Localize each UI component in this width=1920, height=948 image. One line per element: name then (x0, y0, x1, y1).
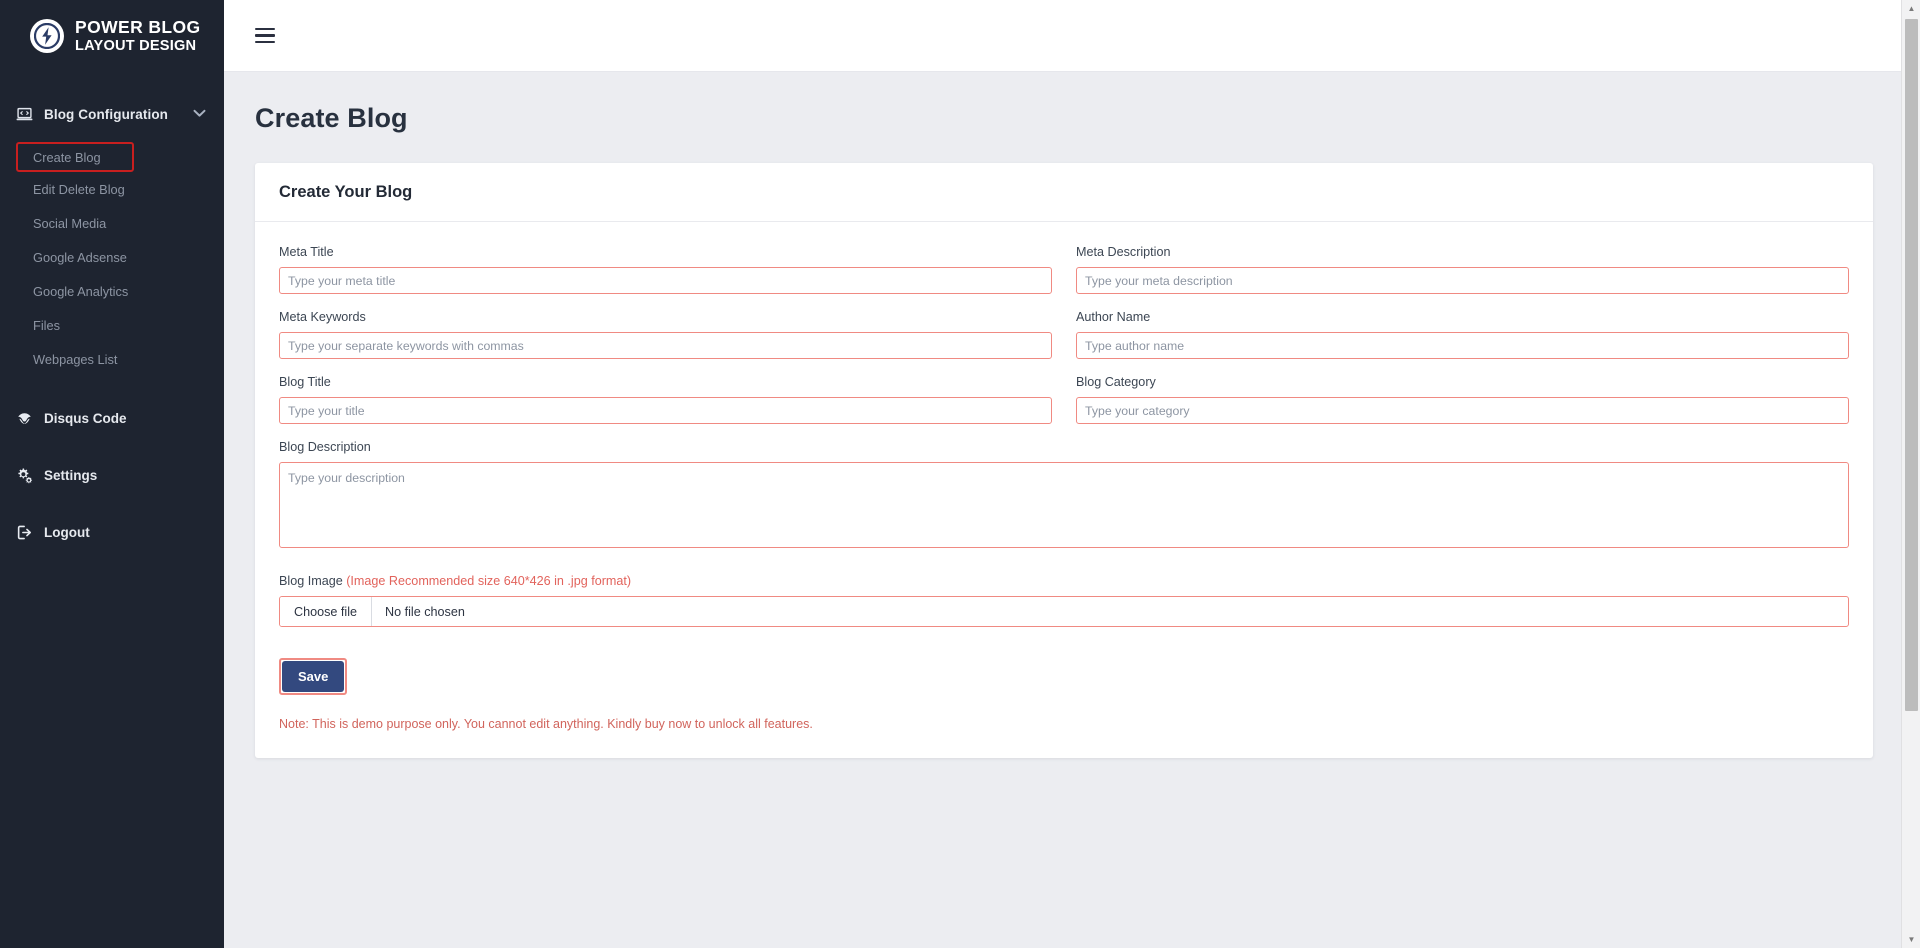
meta-description-input[interactable] (1076, 267, 1849, 294)
form-col-left: Blog Title (279, 375, 1052, 440)
field-meta-title: Meta Title (279, 245, 1052, 294)
author-name-input[interactable] (1076, 332, 1849, 359)
sidebar-item-files[interactable]: Files (0, 308, 224, 342)
meta-title-label: Meta Title (279, 245, 1052, 259)
blog-image-hint: (Image Recommended size 640*426 in .jpg … (346, 574, 631, 588)
sidebar-item-webpages-list[interactable]: Webpages List (0, 342, 224, 376)
meta-description-label: Meta Description (1076, 245, 1849, 259)
save-button[interactable]: Save (282, 661, 344, 692)
meta-title-input[interactable] (279, 267, 1052, 294)
laptop-code-icon (16, 106, 33, 123)
sidebar-item-label: Files (33, 318, 60, 333)
blog-description-label: Blog Description (279, 440, 1849, 454)
sidebar-item-social-media[interactable]: Social Media (0, 206, 224, 240)
sidebar-item-disqus-code[interactable]: Disqus Code (0, 403, 224, 433)
field-blog-image: Blog Image (Image Recommended size 640*4… (279, 574, 1849, 627)
sidebar-item-label: Logout (44, 525, 90, 540)
card-header-title: Create Your Blog (255, 163, 1873, 222)
sidebar-item-label: Webpages List (33, 352, 117, 367)
sidebar-nav: Blog Configuration Create Blog Edit Dele… (0, 99, 224, 547)
field-blog-description: Blog Description (279, 440, 1849, 553)
lightning-bolt-circle-icon (30, 19, 64, 53)
sidebar-group-label: Blog Configuration (44, 107, 182, 122)
blog-title-input[interactable] (279, 397, 1052, 424)
form-col-left: Meta Title (279, 245, 1052, 310)
brand-line1: POWER BLOG (75, 17, 201, 37)
scroll-up-arrow-icon[interactable]: ▲ (1902, 0, 1920, 17)
blog-title-label: Blog Title (279, 375, 1052, 389)
form-row-3: Blog Title Blog Category (279, 375, 1849, 440)
choose-file-button[interactable]: Choose file (280, 597, 372, 626)
file-status-text: No file chosen (372, 597, 465, 626)
scrollbar-thumb[interactable] (1905, 19, 1918, 711)
vertical-scrollbar[interactable]: ▲ ▼ (1901, 0, 1920, 948)
sidebar-group-blog-configuration[interactable]: Blog Configuration (0, 99, 224, 129)
form-row-2: Meta Keywords Author Name (279, 310, 1849, 375)
chevron-down-icon[interactable] (193, 107, 206, 121)
blog-image-label: Blog Image (Image Recommended size 640*4… (279, 574, 1849, 588)
create-blog-card: Create Your Blog Meta Title Meta Descrip… (255, 163, 1873, 758)
hamburger-bar (255, 41, 275, 43)
meta-keywords-label: Meta Keywords (279, 310, 1052, 324)
blog-image-file-input[interactable]: Choose file No file chosen (279, 596, 1849, 627)
sidebar-item-label: Create Blog (33, 150, 101, 165)
sidebar-item-label: Disqus Code (44, 411, 127, 426)
field-meta-keywords: Meta Keywords (279, 310, 1052, 359)
gears-icon (16, 467, 33, 484)
sidebar-item-create-blog[interactable]: Create Blog (16, 142, 134, 172)
sidebar-item-logout[interactable]: Logout (0, 517, 224, 547)
sidebar-subnav: Create Blog Edit Delete Blog Social Medi… (0, 142, 224, 376)
blog-category-label: Blog Category (1076, 375, 1849, 389)
form-col-right: Meta Description (1076, 245, 1849, 310)
topbar (224, 0, 1920, 72)
brand-text: POWER BLOG LAYOUT DESIGN (75, 18, 201, 54)
create-blog-form: Meta Title Meta Description Meta Keyword… (255, 222, 1873, 758)
form-col-left: Meta Keywords (279, 310, 1052, 375)
field-author-name: Author Name (1076, 310, 1849, 359)
scroll-down-arrow-icon[interactable]: ▼ (1902, 931, 1920, 948)
disqus-icon (16, 410, 33, 427)
sidebar-item-google-adsense[interactable]: Google Adsense (0, 240, 224, 274)
demo-note: Note: This is demo purpose only. You can… (279, 717, 1849, 731)
main-content: Create Blog Create Your Blog Meta Title … (224, 0, 1920, 948)
save-button-highlight: Save (279, 658, 347, 695)
blog-category-input[interactable] (1076, 397, 1849, 424)
field-blog-category: Blog Category (1076, 375, 1849, 424)
sidebar: POWER BLOG LAYOUT DESIGN Blog Configurat… (0, 0, 224, 948)
sidebar-item-label: Edit Delete Blog (33, 182, 125, 197)
brand-logo[interactable]: POWER BLOG LAYOUT DESIGN (0, 0, 224, 72)
form-col-right: Blog Category (1076, 375, 1849, 440)
field-meta-description: Meta Description (1076, 245, 1849, 294)
sidebar-item-label: Google Adsense (33, 250, 127, 265)
sidebar-item-label: Settings (44, 468, 97, 483)
author-name-label: Author Name (1076, 310, 1849, 324)
sidebar-item-google-analytics[interactable]: Google Analytics (0, 274, 224, 308)
form-row-1: Meta Title Meta Description (279, 245, 1849, 310)
field-blog-title: Blog Title (279, 375, 1052, 424)
form-col-right: Author Name (1076, 310, 1849, 375)
blog-image-label-text: Blog Image (279, 574, 346, 588)
hamburger-icon[interactable] (255, 28, 275, 43)
sidebar-item-edit-delete-blog[interactable]: Edit Delete Blog (0, 172, 224, 206)
sidebar-item-label: Google Analytics (33, 284, 128, 299)
brand-line2: LAYOUT DESIGN (75, 38, 196, 54)
logout-icon (16, 524, 33, 541)
hamburger-bar (255, 28, 275, 30)
sidebar-item-label: Social Media (33, 216, 106, 231)
meta-keywords-input[interactable] (279, 332, 1052, 359)
hamburger-bar (255, 34, 275, 36)
sidebar-item-settings[interactable]: Settings (0, 460, 224, 490)
page-title: Create Blog (224, 72, 1920, 134)
blog-description-textarea[interactable] (279, 462, 1849, 548)
